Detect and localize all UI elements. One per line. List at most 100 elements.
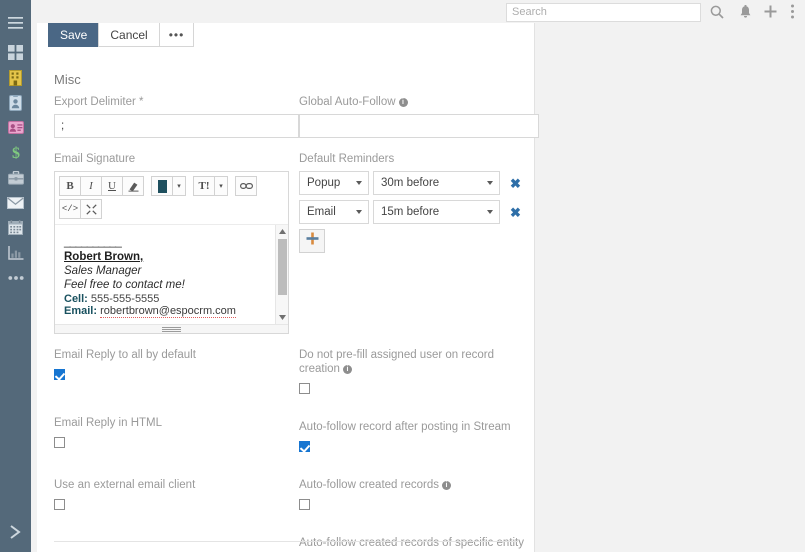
reminder-type-value-2: Email — [307, 206, 336, 218]
global-auto-follow-label: Global Auto-Follow i — [299, 95, 539, 109]
sidebar-expand-button[interactable] — [0, 525, 31, 544]
sidebar-item-reports[interactable] — [0, 240, 31, 265]
auto-follow-after-post-checkbox[interactable] — [299, 441, 310, 452]
signature-email-value[interactable]: robertbrown@espocrm.com — [100, 305, 236, 318]
remove-reminder-icon-1[interactable]: ✖ — [510, 177, 521, 190]
scroll-down-icon[interactable] — [276, 312, 288, 323]
global-auto-follow-field: Global Auto-Follow i — [299, 95, 539, 138]
signature-cell: Cell: 555-555-5555 — [64, 293, 279, 305]
form-column-right: Global Auto-Follow i Default Reminders Po… — [299, 95, 539, 267]
remove-format-icon[interactable] — [122, 176, 144, 196]
form-column-left: Export Delimiter * Email Signature B I U — [54, 95, 299, 348]
font-color-dropdown-icon[interactable]: ▾ — [172, 176, 186, 196]
info-icon[interactable]: i — [398, 98, 408, 107]
signature-rule: __________ — [64, 234, 122, 248]
auto-follow-created-checkbox[interactable] — [299, 499, 310, 510]
external-email-client-checkbox[interactable] — [54, 499, 65, 510]
settings-panel: Save Cancel ••• Misc Export Delimiter * … — [37, 23, 539, 552]
bold-button[interactable]: B — [59, 176, 81, 196]
font-size-button[interactable]: T! — [193, 176, 215, 196]
left-sidebar: $ — [0, 0, 31, 552]
external-email-client-label: Use an external email client — [54, 479, 196, 491]
scroll-up-icon[interactable] — [276, 226, 288, 237]
font-size-dropdown-icon[interactable]: ▾ — [214, 176, 228, 196]
sidebar-item-calendar[interactable] — [0, 215, 31, 240]
source-code-button[interactable]: </> — [59, 199, 81, 219]
link-icon[interactable] — [235, 176, 257, 196]
more-actions-button[interactable]: ••• — [158, 23, 195, 47]
bell-icon[interactable] — [735, 2, 755, 21]
underline-button[interactable]: U — [101, 176, 123, 196]
email-signature-label: Email Signature — [54, 153, 136, 165]
email-reply-all-field: Email Reply to all by default — [54, 348, 299, 385]
remove-reminder-icon-2[interactable]: ✖ — [510, 206, 521, 219]
export-delimiter-field: Export Delimiter * — [54, 95, 299, 138]
search-icon[interactable] — [707, 2, 727, 21]
checkbox-column-left: Email Reply to all by default Email Repl… — [54, 348, 299, 528]
info-icon[interactable]: i — [441, 481, 451, 490]
font-color-swatch — [157, 179, 167, 193]
signature-cell-value: 555-555-5555 — [90, 293, 160, 305]
sidebar-item-opportunities[interactable]: $ — [0, 140, 31, 165]
global-auto-follow-label-text: Global Auto-Follow — [299, 96, 396, 108]
signature-note: Feel free to contact me! — [64, 279, 185, 291]
font-color-button[interactable] — [151, 176, 173, 196]
auto-follow-created-label: Auto-follow created records i — [299, 478, 514, 492]
editor-scrollbar[interactable] — [275, 225, 288, 324]
sidebar-item-documents[interactable] — [0, 165, 31, 190]
editor-content[interactable]: __________ Robert Brown, Sales Manager F… — [55, 224, 288, 324]
plus-icon — [306, 232, 319, 250]
sidebar-item-emails[interactable] — [0, 190, 31, 215]
reminder-when-select-1[interactable]: 30m before — [373, 171, 500, 195]
sidebar-item-accounts[interactable] — [0, 65, 31, 90]
reminder-row: Email 15m before ✖ — [299, 200, 539, 224]
reminder-row: Popup 30m before ✖ — [299, 171, 539, 195]
reminder-type-select-2[interactable]: Email — [299, 200, 369, 224]
email-reply-html-checkbox[interactable] — [54, 437, 65, 448]
vertical-dots-icon[interactable] — [782, 2, 802, 21]
italic-button[interactable]: I — [80, 176, 102, 196]
plus-icon[interactable] — [760, 2, 780, 21]
email-reply-html-field: Email Reply in HTML — [54, 416, 299, 453]
reminder-type-value-1: Popup — [307, 177, 341, 189]
no-prefill-assigned-user-label: Do not pre-fill assigned user on record … — [299, 348, 514, 376]
chevron-down-icon — [356, 210, 362, 214]
reminder-when-value-1: 30m before — [381, 177, 440, 189]
sidebar-item-leads[interactable] — [0, 115, 31, 140]
no-prefill-assigned-user-label-text: Do not pre-fill assigned user on record … — [299, 349, 494, 375]
auto-follow-after-post-field: Auto-follow record after posting in Stre… — [299, 420, 539, 457]
svg-text:$: $ — [12, 145, 20, 161]
sidebar-item-contacts[interactable] — [0, 90, 31, 115]
save-button[interactable]: Save — [48, 23, 100, 47]
search-input[interactable] — [506, 2, 701, 22]
no-prefill-assigned-user-checkbox[interactable] — [299, 383, 310, 394]
main-area: Save Cancel ••• Misc Export Delimiter * … — [31, 23, 805, 552]
reminder-when-select-2[interactable]: 15m before — [373, 200, 500, 224]
signature-email: Email: robertbrown@espocrm.com — [64, 305, 279, 318]
signature-title: Sales Manager — [64, 265, 142, 277]
grip-icon — [162, 326, 181, 333]
auto-follow-created-field: Auto-follow created records i — [299, 478, 539, 515]
search-box[interactable] — [506, 2, 701, 22]
cancel-button[interactable]: Cancel — [98, 23, 160, 47]
default-reminders-field: Default Reminders Popup 30m before ✖ Ema… — [299, 152, 539, 253]
email-reply-all-checkbox[interactable] — [54, 369, 65, 380]
email-reply-html-label: Email Reply in HTML — [54, 417, 162, 429]
default-reminders-label: Default Reminders — [299, 153, 395, 165]
info-icon[interactable]: i — [342, 365, 352, 374]
fullscreen-icon[interactable] — [80, 199, 102, 219]
hamburger-menu-icon[interactable] — [0, 10, 31, 35]
add-reminder-button[interactable] — [299, 229, 325, 253]
external-email-client-field: Use an external email client — [54, 478, 299, 515]
sidebar-item-dashboard[interactable] — [0, 40, 31, 65]
export-delimiter-label: Export Delimiter * — [54, 96, 144, 108]
email-reply-all-label: Email Reply to all by default — [54, 349, 196, 361]
editor-resize-handle[interactable] — [55, 324, 288, 333]
sidebar-item-more[interactable] — [0, 265, 31, 290]
scrollbar-thumb[interactable] — [278, 239, 287, 295]
chevron-right-icon — [9, 525, 22, 544]
rich-text-editor[interactable]: B I U ▾ T! ▾ </> __________ Robert Brown… — [54, 171, 289, 334]
global-auto-follow-input[interactable] — [299, 114, 539, 138]
export-delimiter-input[interactable] — [54, 114, 299, 138]
reminder-type-select-1[interactable]: Popup — [299, 171, 369, 195]
